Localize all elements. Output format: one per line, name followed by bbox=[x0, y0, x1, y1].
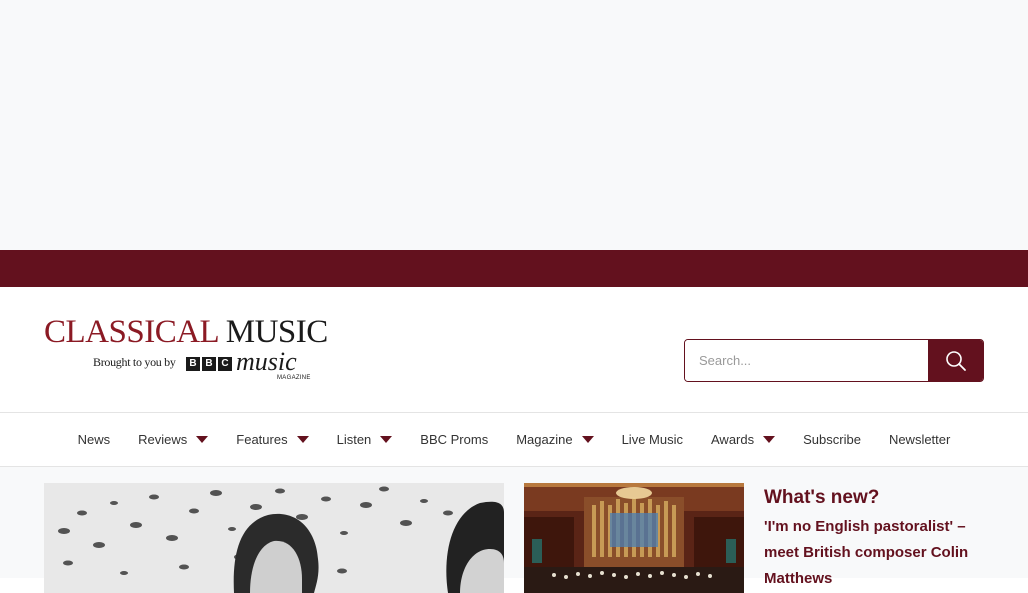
caret-down-icon bbox=[763, 436, 776, 443]
caret-down-icon bbox=[296, 436, 309, 443]
caret-down-icon bbox=[581, 436, 594, 443]
main-content: What's new? 'I'm no English pastoralist'… bbox=[0, 467, 1028, 593]
bbc-logo: B B C bbox=[186, 357, 232, 371]
whats-new-heading: What's new? bbox=[764, 487, 880, 508]
nav-item-label: Newsletter bbox=[888, 432, 951, 447]
bbc-letter: B bbox=[202, 357, 216, 371]
site-header: CLASSICAL MUSIC Brought to you by B B C … bbox=[0, 287, 1028, 413]
search-input[interactable] bbox=[685, 340, 928, 381]
logo-word-music: MUSIC bbox=[225, 314, 329, 350]
nav-item-news[interactable]: News bbox=[78, 432, 111, 447]
top-brand-band bbox=[0, 250, 1028, 287]
search-button[interactable] bbox=[928, 340, 983, 381]
caret-down-icon bbox=[196, 436, 209, 443]
nav-item-features[interactable]: Features bbox=[236, 432, 309, 447]
concert-hall-photo bbox=[524, 483, 744, 593]
whats-new-article-link[interactable]: 'I'm no English pastoralist' – meet Brit… bbox=[764, 514, 989, 592]
nav-item-label: News bbox=[77, 432, 111, 447]
nav-item-label: Magazine bbox=[516, 432, 573, 447]
nav-item-label: Awards bbox=[711, 432, 755, 447]
search-icon bbox=[945, 350, 966, 371]
nav-item-subscribe[interactable]: Subscribe bbox=[803, 432, 861, 447]
logo-tagline: Brought to you by bbox=[93, 355, 176, 369]
nav-item-bbc-proms[interactable]: BBC Proms bbox=[420, 432, 488, 447]
concert-hall-image[interactable] bbox=[524, 483, 744, 593]
nav-item-label: Subscribe bbox=[803, 432, 861, 447]
logo-word-classical: CLASSICAL bbox=[44, 314, 218, 350]
main-navigation: News Reviews Features Listen BBC Proms M… bbox=[0, 413, 1028, 467]
nav-item-label: Live Music bbox=[621, 432, 683, 447]
nav-item-label: Listen bbox=[336, 432, 372, 447]
site-logo[interactable]: CLASSICAL MUSIC Brought to you by B B C … bbox=[44, 315, 328, 385]
nav-item-label: Reviews bbox=[138, 432, 188, 447]
advertisement-space bbox=[0, 0, 1028, 250]
nav-item-label: Features bbox=[236, 432, 288, 447]
hero-article-image[interactable] bbox=[44, 483, 504, 593]
nav-item-magazine[interactable]: Magazine bbox=[516, 432, 594, 447]
search-form bbox=[684, 339, 984, 382]
hero-photo bbox=[44, 483, 504, 593]
logo-wordmark: CLASSICAL MUSIC bbox=[44, 315, 328, 349]
nav-item-listen[interactable]: Listen bbox=[337, 432, 393, 447]
bbc-letter: B bbox=[186, 357, 200, 371]
nav-item-awards[interactable]: Awards bbox=[711, 432, 776, 447]
nav-item-reviews[interactable]: Reviews bbox=[138, 432, 209, 447]
nav-item-live-music[interactable]: Live Music bbox=[622, 432, 683, 447]
logo-magazine-label: MAGAZINE bbox=[277, 375, 311, 381]
caret-down-icon bbox=[380, 436, 393, 443]
logo-music-script: music bbox=[236, 347, 297, 376]
bbc-letter: C bbox=[218, 357, 232, 371]
nav-item-newsletter[interactable]: Newsletter bbox=[889, 432, 950, 447]
nav-item-label: BBC Proms bbox=[420, 432, 489, 447]
